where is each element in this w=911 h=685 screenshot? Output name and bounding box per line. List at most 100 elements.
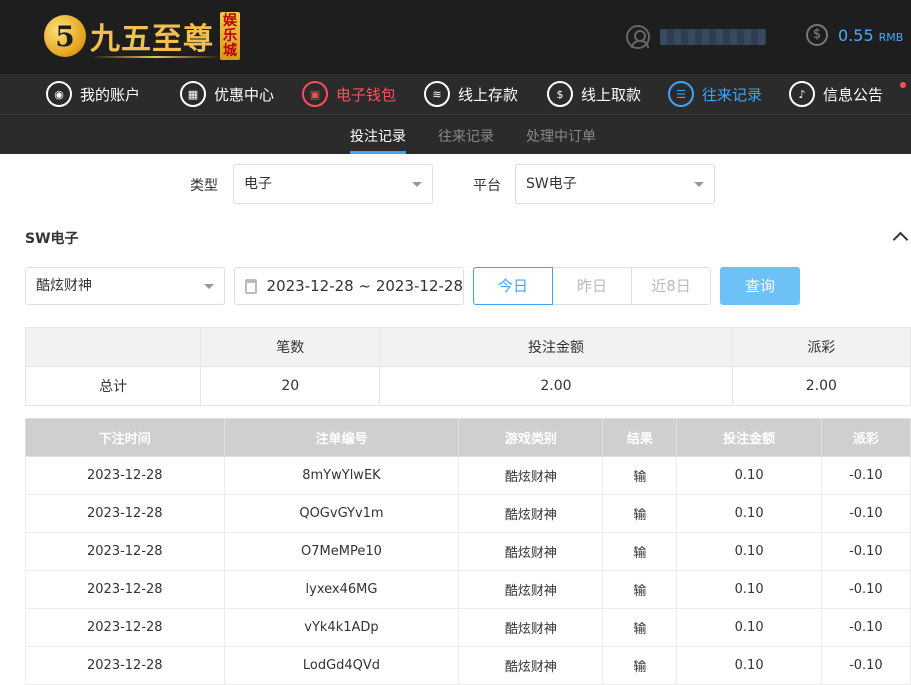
nav-my-account[interactable]: ◉ 我的账户 xyxy=(46,80,140,108)
payout-cell: -0.10 xyxy=(820,494,911,533)
game-cell: 酷炫财神 xyxy=(458,608,604,647)
date-range-value: 2023-12-28 ~ 2023-12-28 xyxy=(266,277,463,295)
result-cell: 输 xyxy=(602,570,678,609)
user-info[interactable] xyxy=(626,24,766,50)
bet-time-cell: 2023-12-28 xyxy=(25,608,225,647)
type-select-value: 电子 xyxy=(244,176,272,192)
game-cell: 酷炫财神 xyxy=(458,494,604,533)
brand-tag: 娱乐城 xyxy=(220,12,240,60)
table-row: 2023-12-28 LodGd4QVd 酷炫财神 输 0.10 -0.10 xyxy=(25,646,911,685)
summary-header-cell: 笔数 xyxy=(200,327,381,367)
avatar-icon xyxy=(626,25,650,49)
bet-time-cell: 2023-12-28 xyxy=(25,570,225,609)
bell-icon: ♪ xyxy=(789,81,815,107)
chevron-up-icon[interactable] xyxy=(893,230,907,244)
nav-e-wallet[interactable]: ▣ 电子钱包 xyxy=(302,80,396,108)
result-cell: 输 xyxy=(602,646,678,685)
column-header: 结果 xyxy=(602,418,678,457)
bet-id-cell: lyxex46MG xyxy=(223,570,460,609)
bet-amount-cell: 0.10 xyxy=(676,570,822,609)
summary-header-cell: 派彩 xyxy=(731,327,911,367)
nav-label: 我的账户 xyxy=(80,85,141,104)
bet-amount-cell: 0.10 xyxy=(676,608,822,647)
balance-display[interactable]: $ 0.55 RMB xyxy=(806,24,903,46)
game-select-value: 酷炫财神 xyxy=(36,278,92,294)
tab-bet-records[interactable]: 投注记录 xyxy=(350,126,406,146)
main-nav: ◉ 我的账户 ▦ 优惠中心 ▣ 电子钱包 ≋ 线上存款 $ 线上取款 ☰ 往来记… xyxy=(0,74,911,114)
today-button[interactable]: 今日 xyxy=(473,267,553,305)
bet-id-cell: vYk4k1ADp xyxy=(223,608,460,647)
bet-id-cell: O7MeMPe10 xyxy=(223,532,460,571)
bet-amount-cell: 0.10 xyxy=(676,494,822,533)
payout-cell: -0.10 xyxy=(820,532,911,571)
nav-label: 往来记录 xyxy=(702,85,763,104)
table-row: 2023-12-28 lyxex46MG 酷炫财神 输 0.10 -0.10 xyxy=(25,570,911,609)
nav-label: 线上取款 xyxy=(581,85,642,104)
dollar-coin-icon: $ xyxy=(806,24,828,46)
summary-header-row: 笔数 投注金额 派彩 xyxy=(24,327,911,367)
tab-transactions[interactable]: 往来记录 xyxy=(438,126,494,146)
result-cell: 输 xyxy=(602,532,678,571)
yesterday-button[interactable]: 昨日 xyxy=(553,267,632,305)
balance-amount: 0.55 xyxy=(838,25,874,45)
calendar-icon xyxy=(245,278,257,294)
bet-time-cell: 2023-12-28 xyxy=(25,456,225,495)
nav-online-deposit[interactable]: ≋ 线上存款 xyxy=(424,80,518,108)
summary-cell: 2.00 xyxy=(379,366,733,406)
chevron-down-icon xyxy=(412,182,422,187)
withdraw-icon: $ xyxy=(547,81,573,107)
bet-id-cell: 8mYwYlwEK xyxy=(223,456,460,495)
table-row: 2023-12-28 vYk4k1ADp 酷炫财神 输 0.10 -0.10 xyxy=(25,608,911,647)
tab-pending-orders[interactable]: 处理中订单 xyxy=(526,126,596,146)
type-select[interactable]: 电子 xyxy=(233,164,433,204)
nav-online-withdraw[interactable]: $ 线上取款 xyxy=(547,80,641,108)
summary-cell: 总计 xyxy=(24,366,202,406)
nav-label: 电子钱包 xyxy=(336,85,397,104)
bet-amount-cell: 0.10 xyxy=(676,646,822,685)
nav-announcements[interactable]: ♪ 信息公告 xyxy=(789,80,883,108)
summary-header-cell: 投注金额 xyxy=(379,327,733,367)
game-cell: 酷炫财神 xyxy=(458,646,604,685)
summary-cell: 20 xyxy=(200,366,381,406)
column-header: 派彩 xyxy=(820,418,911,457)
nav-label: 线上存款 xyxy=(458,85,519,104)
last-8-days-button[interactable]: 近8日 xyxy=(632,267,711,305)
gift-icon: ▦ xyxy=(180,81,206,107)
summary-row: 总计 20 2.00 2.00 xyxy=(24,366,911,406)
result-cell: 输 xyxy=(602,608,678,647)
bet-time-cell: 2023-12-28 xyxy=(25,494,225,533)
bet-time-cell: 2023-12-28 xyxy=(25,646,225,685)
payout-cell: -0.10 xyxy=(820,570,911,609)
nav-records[interactable]: ☰ 往来记录 xyxy=(668,80,762,108)
nav-label: 优惠中心 xyxy=(214,85,275,104)
platform-label: 平台 xyxy=(473,178,501,194)
table-row: 2023-12-28 8mYwYlwEK 酷炫财神 输 0.10 -0.10 xyxy=(25,456,911,495)
column-header: 投注金额 xyxy=(676,418,822,457)
deposit-icon: ≋ xyxy=(424,81,450,107)
game-cell: 酷炫财神 xyxy=(458,532,604,571)
top-header: 5 九五至尊 娱乐城 $ 0.55 RMB xyxy=(0,0,911,74)
column-header: 游戏类别 xyxy=(458,418,604,457)
notification-dot xyxy=(900,82,906,88)
game-select[interactable]: 酷炫财神 xyxy=(25,267,225,305)
user-icon: ◉ xyxy=(46,81,72,107)
bet-time-cell: 2023-12-28 xyxy=(25,532,225,571)
sub-nav: 投注记录 往来记录 处理中订单 xyxy=(0,114,911,154)
active-tab-indicator xyxy=(350,151,406,154)
column-header: 下注时间 xyxy=(25,418,225,457)
brand-logo[interactable]: 5 九五至尊 娱乐城 xyxy=(44,10,240,62)
platform-select[interactable]: SW电子 xyxy=(515,164,715,204)
platform-select-value: SW电子 xyxy=(526,176,577,192)
nav-label: 信息公告 xyxy=(823,85,884,104)
masked-username xyxy=(660,29,766,45)
result-cell: 输 xyxy=(602,456,678,495)
bet-id-cell: QOGvGYv1m xyxy=(223,494,460,533)
nav-promotions[interactable]: ▦ 优惠中心 xyxy=(180,80,274,108)
records-icon: ☰ xyxy=(668,81,694,107)
game-cell: 酷炫财神 xyxy=(458,570,604,609)
game-cell: 酷炫财神 xyxy=(458,456,604,495)
result-cell: 输 xyxy=(602,494,678,533)
date-range-picker[interactable]: 2023-12-28 ~ 2023-12-28 xyxy=(234,267,464,305)
query-button[interactable]: 查询 xyxy=(720,267,800,305)
bet-id-cell: LodGd4QVd xyxy=(223,646,460,685)
